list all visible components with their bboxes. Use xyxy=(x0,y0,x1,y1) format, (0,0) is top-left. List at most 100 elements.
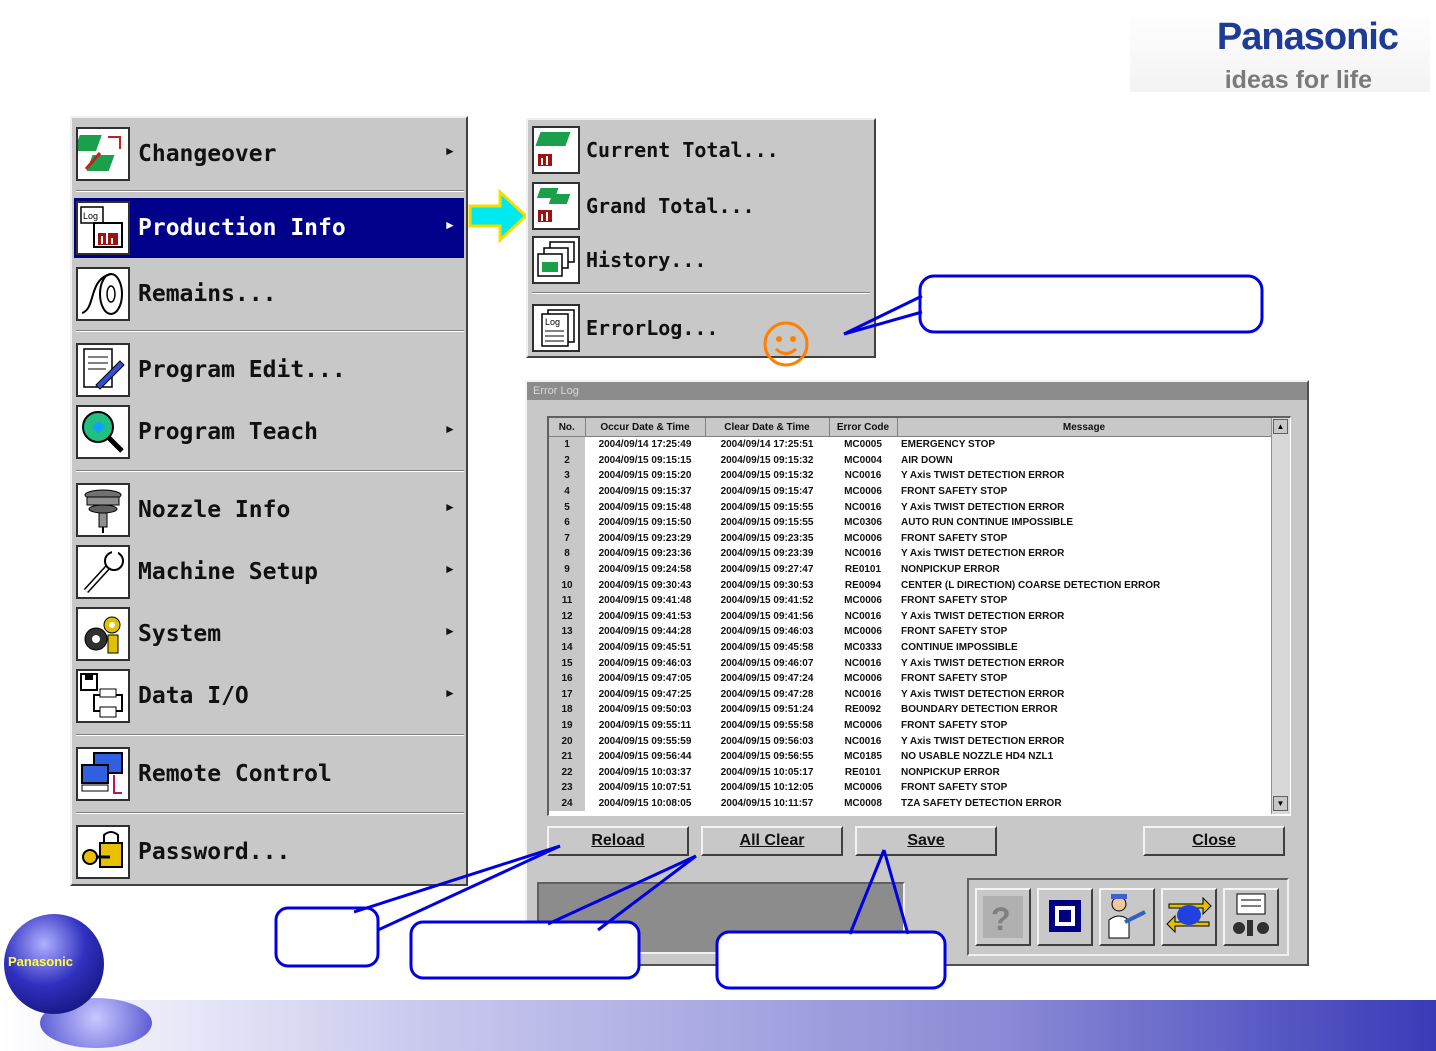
submenu-item-history[interactable]: History... xyxy=(530,234,870,286)
occur-time-cell: 2004/09/15 09:45:51 xyxy=(598,642,692,654)
operator-icon[interactable] xyxy=(1099,888,1155,946)
table-row[interactable]: 8 2004/09/15 09:23:36 2004/09/15 09:23:39 N… xyxy=(549,546,1271,562)
occur-time-cell: 2004/09/15 09:15:48 xyxy=(598,501,692,513)
occur-time-cell: 2004/09/15 09:15:37 xyxy=(598,486,692,498)
table-row[interactable]: 14 2004/09/15 09:45:51 2004/09/15 09:45:58… xyxy=(549,639,1271,656)
error-code-cell: MC0306 xyxy=(844,517,882,529)
submenu-item-label: ErrorLog... xyxy=(586,316,719,340)
clear-time-cell: 2004/09/15 09:41:52 xyxy=(720,595,814,607)
column-header[interactable]: Occur Date & Time xyxy=(585,418,706,437)
table-row[interactable]: 7 2004/09/15 09:23:29 2004/09/15 09:23:35 M… xyxy=(549,530,1271,547)
menu-item-remains[interactable]: Remains... xyxy=(74,264,464,324)
toolbar: ? xyxy=(967,878,1289,956)
clear-time-cell: 2004/09/15 10:05:17 xyxy=(720,766,814,778)
error-code-cell: MC0333 xyxy=(844,642,882,654)
window-title: Error Log xyxy=(527,382,1307,400)
column-header[interactable]: Clear Date & Time xyxy=(705,418,830,437)
error-code-cell: MC0006 xyxy=(844,532,882,544)
menu-item-program-edit[interactable]: Program Edit... xyxy=(74,340,464,400)
error-code-cell: MC0006 xyxy=(844,673,882,685)
table-row[interactable]: 5 2004/09/15 09:15:48 2004/09/15 09:15:55 N… xyxy=(549,499,1271,515)
table-row[interactable]: 24 2004/09/15 10:08:05 2004/09/15 10:11:57… xyxy=(549,795,1271,812)
menu-item-label: Remote Control xyxy=(138,761,332,787)
menu-item-data-io[interactable]: Data I/O ► xyxy=(74,666,464,726)
scroll-up-icon[interactable]: ▲ xyxy=(1273,419,1288,434)
column-header[interactable]: No. xyxy=(549,418,586,437)
table-row[interactable]: 20 2004/09/15 09:55:59 2004/09/15 09:56:03… xyxy=(549,733,1271,749)
transfer-icon[interactable] xyxy=(1161,888,1217,946)
error-code-cell: MC0006 xyxy=(844,782,882,794)
table-row[interactable]: 6 2004/09/15 09:15:50 2004/09/15 09:15:55 M… xyxy=(549,514,1271,531)
message-cell: FRONT SAFETY STOP xyxy=(901,782,1008,794)
table-row[interactable]: 2 2004/09/15 09:15:15 2004/09/15 09:15:32 M… xyxy=(549,452,1271,469)
menu-item-label: Data I/O xyxy=(138,683,249,709)
clear-time-cell: 2004/09/15 09:15:47 xyxy=(720,486,814,498)
occur-time-cell: 2004/09/15 09:24:58 xyxy=(598,564,692,576)
divider xyxy=(76,330,464,332)
row-number: 19 xyxy=(549,717,585,734)
table-row[interactable]: 18 2004/09/15 09:50:03 2004/09/15 09:51:24… xyxy=(549,702,1271,718)
menu-item-nozzle-info[interactable]: Nozzle Info ► xyxy=(74,480,464,540)
submenu-item-errorlog[interactable]: Log ErrorLog... xyxy=(530,302,870,354)
column-header[interactable]: Message xyxy=(897,418,1272,437)
clear-time-cell: 2004/09/15 09:55:58 xyxy=(720,719,814,731)
help-icon[interactable]: ? xyxy=(975,888,1031,946)
row-number: 24 xyxy=(549,795,585,812)
scroll-down-icon[interactable]: ▼ xyxy=(1273,796,1288,811)
menu-item-remote-control[interactable]: Remote Control xyxy=(74,744,464,804)
divider xyxy=(76,470,464,472)
submenu-item-grand-total[interactable]: Grand Total... xyxy=(530,180,870,232)
message-cell: NO USABLE NOZZLE HD4 NZL1 xyxy=(901,751,1054,763)
column-header[interactable]: Error Code xyxy=(829,418,898,437)
reel-icon xyxy=(76,267,130,321)
menu-item-system[interactable]: System ► xyxy=(74,604,464,664)
error-code-cell: MC0008 xyxy=(844,797,882,809)
vertical-scrollbar[interactable]: ▲ ▼ xyxy=(1271,418,1290,814)
table-row[interactable]: 19 2004/09/15 09:55:11 2004/09/15 09:55:58… xyxy=(549,717,1271,734)
table-row[interactable]: 1 2004/09/14 17:25:49 2004/09/14 17:25:51 M… xyxy=(549,436,1271,453)
table-row[interactable]: 17 2004/09/15 09:47:25 2004/09/15 09:47:28… xyxy=(549,686,1271,703)
clear-time-cell: 2004/09/15 09:45:58 xyxy=(720,642,814,654)
table-row[interactable]: 13 2004/09/15 09:44:28 2004/09/15 09:46:03… xyxy=(549,624,1271,640)
stop-icon[interactable] xyxy=(1037,888,1093,946)
table-row[interactable]: 21 2004/09/15 09:56:44 2004/09/15 09:56:55… xyxy=(549,748,1271,765)
row-number: 20 xyxy=(549,733,585,749)
message-cell: Y Axis TWIST DETECTION ERROR xyxy=(901,610,1065,622)
message-cell: Y Axis TWIST DETECTION ERROR xyxy=(901,735,1065,747)
main-menu: Changeover ► Log Production Info ► Remai… xyxy=(70,116,468,886)
changeover-icon xyxy=(73,127,130,181)
menu-item-program-teach[interactable]: Program Teach ► xyxy=(74,402,464,462)
clear-time-cell: 2004/09/15 09:41:56 xyxy=(720,610,814,622)
close-button[interactable]: Close xyxy=(1143,826,1285,856)
occur-time-cell: 2004/09/15 09:15:50 xyxy=(598,517,692,529)
table-row[interactable]: 9 2004/09/15 09:24:58 2004/09/15 09:27:47 R… xyxy=(549,561,1271,578)
nozzle-icon xyxy=(76,483,130,537)
menu-item-changeover[interactable]: Changeover ► xyxy=(73,124,464,184)
table-row[interactable]: 11 2004/09/15 09:41:48 2004/09/15 09:41:52… xyxy=(549,592,1271,609)
submenu-item-label: Current Total... xyxy=(586,138,779,162)
callout-errorlog xyxy=(843,274,1264,336)
table-row[interactable]: 3 2004/09/15 09:15:20 2004/09/15 09:15:32 N… xyxy=(549,468,1271,484)
table-row[interactable]: 23 2004/09/15 10:07:51 2004/09/15 10:12:05… xyxy=(549,780,1271,796)
message-cell: FRONT SAFETY STOP xyxy=(901,595,1008,607)
message-cell: EMERGENCY STOP xyxy=(901,439,996,451)
table-row[interactable]: 15 2004/09/15 09:46:03 2004/09/15 09:46:07… xyxy=(549,655,1271,671)
submenu-arrow-icon: ► xyxy=(444,218,456,232)
table-row[interactable]: 10 2004/09/15 09:30:43 2004/09/15 09:30:53… xyxy=(549,577,1271,593)
error-code-cell: MC0006 xyxy=(844,719,882,731)
divider xyxy=(76,734,464,736)
menu-item-production-info[interactable]: Log Production Info ► xyxy=(74,198,464,258)
submenu-item-current-total[interactable]: Current Total... xyxy=(530,124,870,176)
table-row[interactable]: 12 2004/09/15 09:41:53 2004/09/15 09:41:56… xyxy=(549,608,1271,625)
table-row[interactable]: 22 2004/09/15 10:03:37 2004/09/15 10:05:17… xyxy=(549,764,1271,781)
table-row[interactable]: 16 2004/09/15 09:47:05 2004/09/15 09:47:24… xyxy=(549,670,1271,687)
row-number: 13 xyxy=(549,624,585,640)
table-row[interactable]: 4 2004/09/15 09:15:37 2004/09/15 09:15:47 M… xyxy=(549,483,1271,500)
camera-icon[interactable] xyxy=(1223,888,1279,946)
menu-item-machine-setup[interactable]: Machine Setup ► xyxy=(74,542,464,602)
menu-item-label: Remains... xyxy=(138,281,277,307)
clear-time-cell: 2004/09/15 09:51:24 xyxy=(720,704,814,716)
menu-item-label: Program Teach xyxy=(138,419,319,445)
occur-time-cell: 2004/09/15 09:15:20 xyxy=(598,470,692,482)
error-code-cell: NC0016 xyxy=(844,657,882,669)
